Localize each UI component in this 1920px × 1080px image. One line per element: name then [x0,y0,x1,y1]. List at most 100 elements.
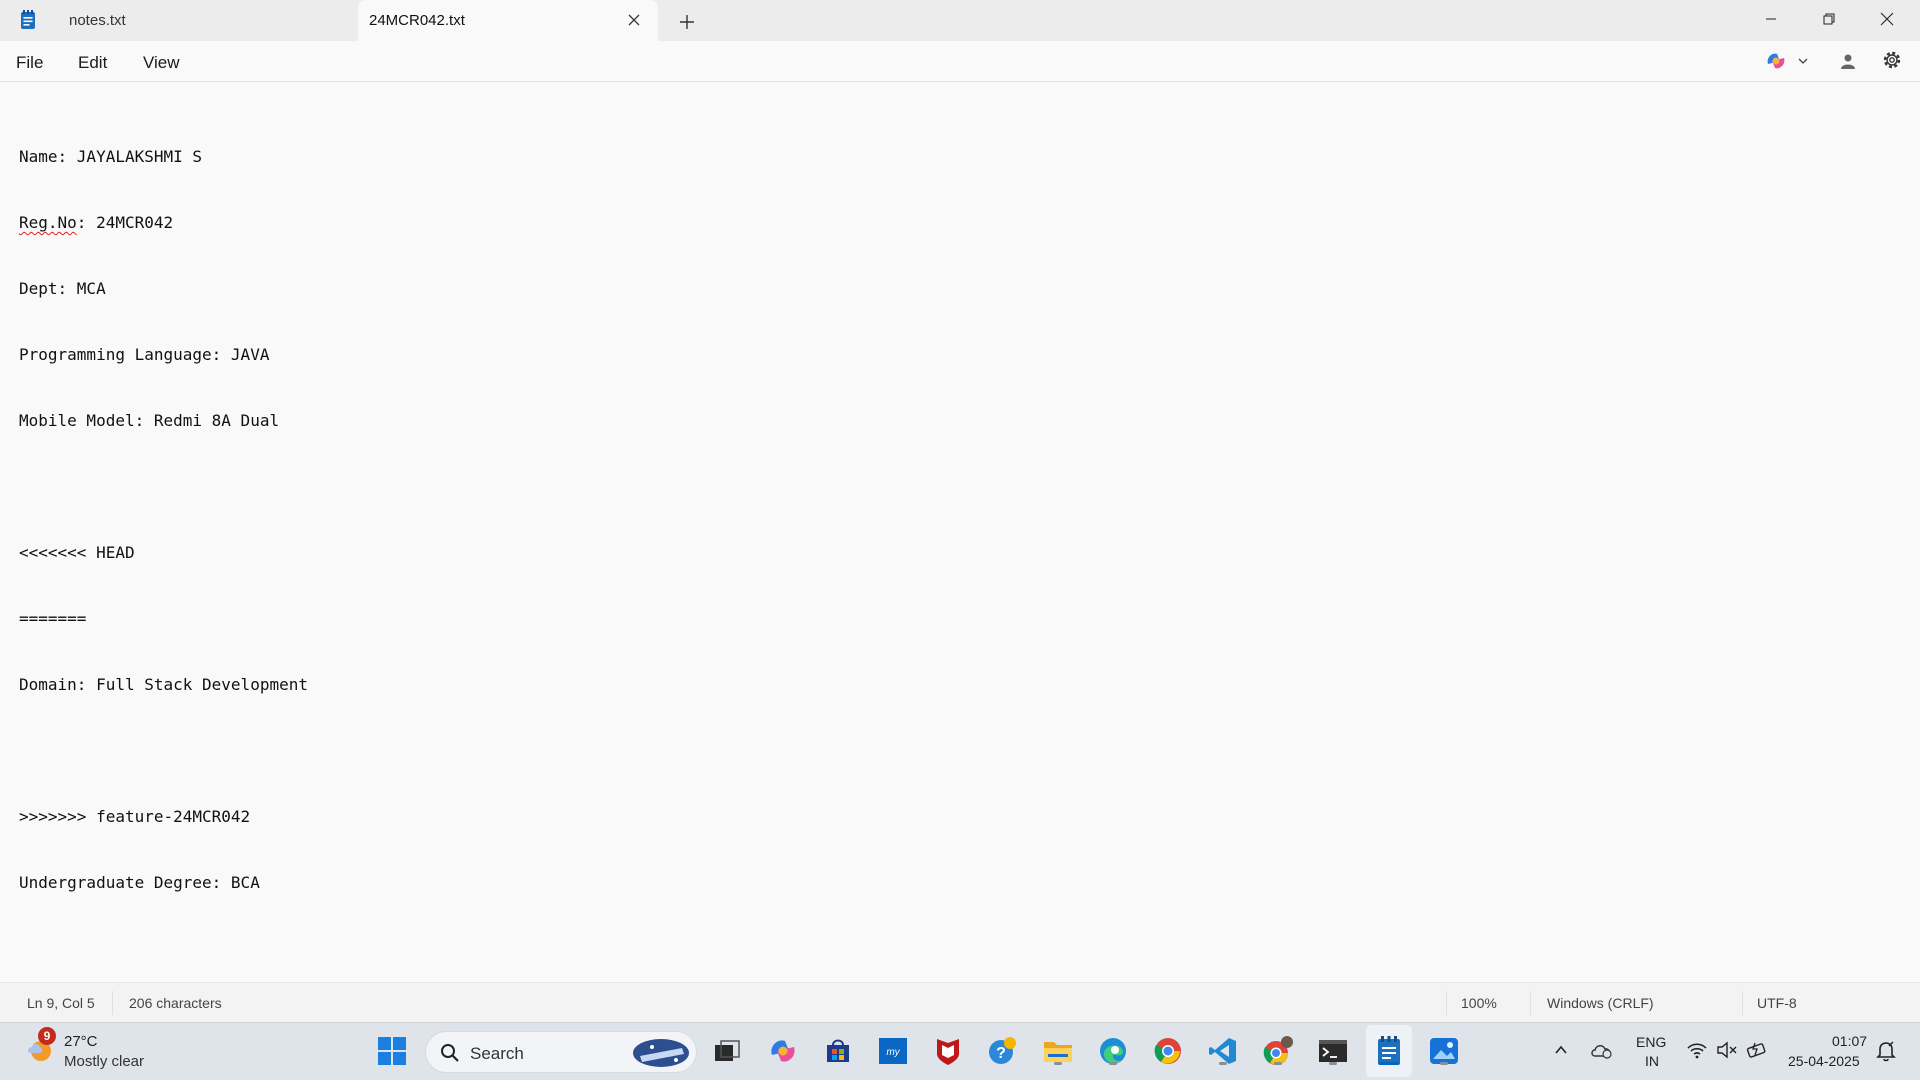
title-bar: notes.txt 24MCR042.txt [0,0,1920,41]
photos-icon [1430,1038,1458,1064]
editor-line: Reg.No: 24MCR042 [19,212,308,234]
tab-24mcr042-label: 24MCR042.txt [369,12,465,29]
line-ending[interactable]: Windows (CRLF) [1547,995,1654,1011]
file-explorer-button[interactable] [1041,1034,1075,1068]
help-button[interactable]: ? [986,1034,1020,1068]
clock-date[interactable]: 25-04-2025 [1788,1053,1860,1069]
close-icon[interactable] [626,12,642,28]
running-indicator [1109,1062,1117,1065]
chevron-down-icon[interactable] [1796,54,1810,68]
myhp-icon: my [879,1038,907,1064]
start-button[interactable] [375,1034,409,1068]
settings-icon[interactable] [1881,49,1903,71]
store-button[interactable] [821,1034,855,1068]
tab-notes[interactable]: notes.txt [52,0,356,41]
minimize-button[interactable] [1742,0,1800,38]
terminal-button[interactable] [1316,1034,1350,1068]
editor-line: >>>>>>> feature-24MCR042 [19,807,251,826]
notepad-icon [21,10,35,29]
mcafee-button[interactable] [931,1034,965,1068]
zoom-level[interactable]: 100% [1461,995,1497,1011]
menu-file[interactable]: File [10,51,49,75]
search-label: Search [470,1044,524,1063]
running-indicator [1274,1062,1282,1065]
file-explorer-icon [1044,1042,1072,1062]
divider [1742,991,1743,1015]
minimize-icon [1766,18,1776,20]
myhp-button[interactable]: my [876,1034,910,1068]
editor-line: Programming Language: JAVA [19,345,270,364]
divider [1446,991,1447,1015]
copilot-app-button[interactable] [766,1034,800,1068]
close-icon [1880,12,1894,26]
task-view-icon [715,1040,740,1061]
maximize-icon [1823,13,1835,25]
running-indicator [1440,1062,1448,1065]
divider [112,991,113,1015]
menu-view[interactable]: View [137,51,186,75]
editor-content[interactable]: Name: JAYALAKSHMI S Reg.No: 24MCR042 Dep… [19,102,308,938]
editor-line: Undergraduate Degree: BCA [19,873,260,892]
editor-line: Dept: MCA [19,279,106,298]
chrome-profile-button[interactable] [1261,1034,1295,1068]
search-icon [441,1044,459,1062]
editor-line: Name: JAYALAKSHMI S [19,147,203,166]
plus-icon[interactable] [676,11,698,33]
tab-24mcr042[interactable]: 24MCR042.txt [358,0,658,41]
copilot-app-icon [771,1040,795,1062]
mcafee-icon [937,1039,959,1065]
chrome-icon [1154,1038,1181,1064]
onedrive-icon[interactable] [1590,1040,1614,1060]
notepad-app-button[interactable] [1372,1034,1406,1068]
running-indicator [1329,1062,1337,1065]
taskbar: 9 27°C Mostly clear Search my ? ENG IN 0… [0,1022,1920,1080]
chevron-up-icon[interactable] [1553,1042,1569,1058]
editor-line: Mobile Model: Redmi 8A Dual [19,411,280,430]
spellcheck-word[interactable]: Reg.No [19,213,77,232]
notification-bell-icon[interactable] [1876,1040,1896,1062]
running-indicator [1219,1062,1227,1065]
language-indicator[interactable]: ENG [1636,1034,1666,1050]
active-indicator [1379,1062,1399,1065]
text-editor[interactable]: Name: JAYALAKSHMI S Reg.No: 24MCR042 Dep… [0,82,1920,982]
editor-line: Domain: Full Stack Development [19,675,308,694]
weather-temperature: 27°C [64,1033,98,1050]
editor-line: <<<<<<< HEAD [19,543,135,562]
account-icon[interactable] [1838,51,1858,71]
menu-bar: File Edit View [0,41,1920,82]
status-bar: Ln 9, Col 5 206 characters 100% Windows … [0,982,1920,1022]
divider [1530,991,1531,1015]
encoding[interactable]: UTF-8 [1757,995,1797,1011]
editor-line-rest: : 24MCR042 [76,213,174,232]
windows-start-icon [378,1037,406,1065]
photos-button[interactable] [1427,1034,1461,1068]
copilot-icon[interactable] [1764,50,1788,72]
language-region[interactable]: IN [1645,1053,1659,1069]
volume-muted-icon[interactable] [1716,1040,1738,1060]
battery-icon[interactable] [1746,1039,1768,1061]
taskbar-search[interactable]: Search [425,1031,697,1073]
running-indicator [1054,1062,1062,1065]
store-icon [827,1039,849,1062]
help-icon: ? [989,1037,1016,1064]
svg-text:my: my [886,1047,900,1058]
terminal-icon [1319,1040,1347,1062]
window-close-button[interactable] [1858,0,1916,38]
weather-badge: 9 [38,1027,56,1045]
menu-edit[interactable]: Edit [72,51,113,75]
svg-text:?: ? [996,1045,1006,1062]
chrome-button[interactable] [1151,1034,1185,1068]
clock-time[interactable]: 01:07 [1832,1033,1867,1049]
task-view-button[interactable] [710,1034,744,1068]
search-highlight-icon [633,1039,689,1067]
cursor-position: Ln 9, Col 5 [27,995,95,1011]
maximize-button[interactable] [1800,0,1858,38]
weather-description: Mostly clear [64,1053,145,1070]
edge-button[interactable] [1096,1034,1130,1068]
wifi-icon[interactable] [1686,1040,1708,1060]
character-count: 206 characters [129,995,222,1011]
tab-notes-label: notes.txt [69,12,126,29]
vscode-button[interactable] [1206,1034,1240,1068]
